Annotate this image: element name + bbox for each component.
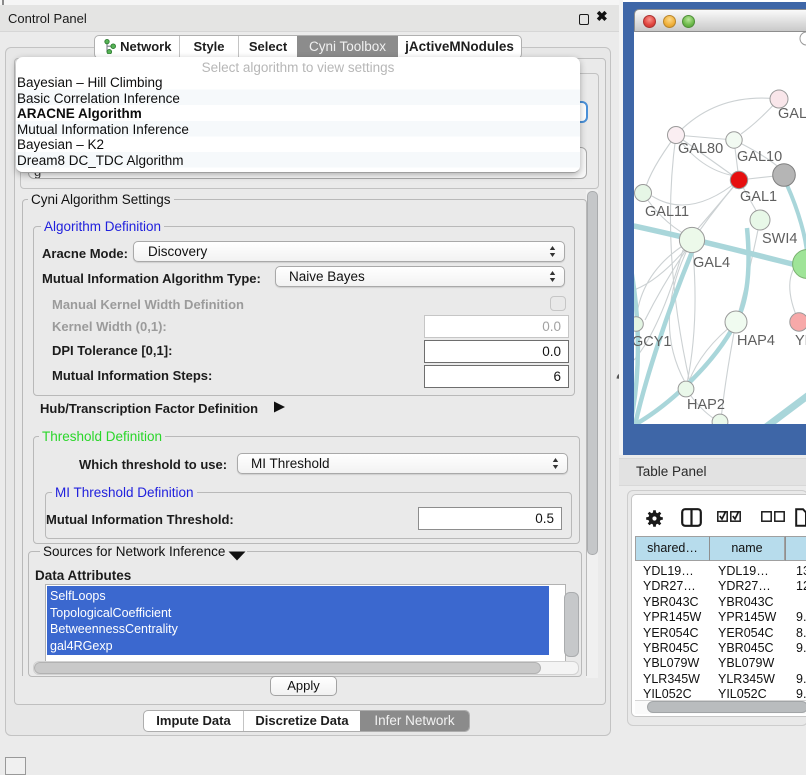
svg-text:GAL3: GAL3 [778,106,806,122]
svg-text:SWI4: SWI4 [762,231,797,247]
svg-text:YB: YB [795,333,806,349]
svg-text:GAL80: GAL80 [678,141,723,157]
svg-text:GAL1: GAL1 [740,189,777,205]
svg-text:GAL10: GAL10 [737,149,782,165]
svg-text:GAL4: GAL4 [693,255,730,271]
svg-text:HAP2: HAP2 [687,397,725,413]
svg-text:HAP4: HAP4 [737,333,775,349]
svg-text:GAL11: GAL11 [645,204,689,220]
svg-text:GCY1: GCY1 [634,334,672,350]
